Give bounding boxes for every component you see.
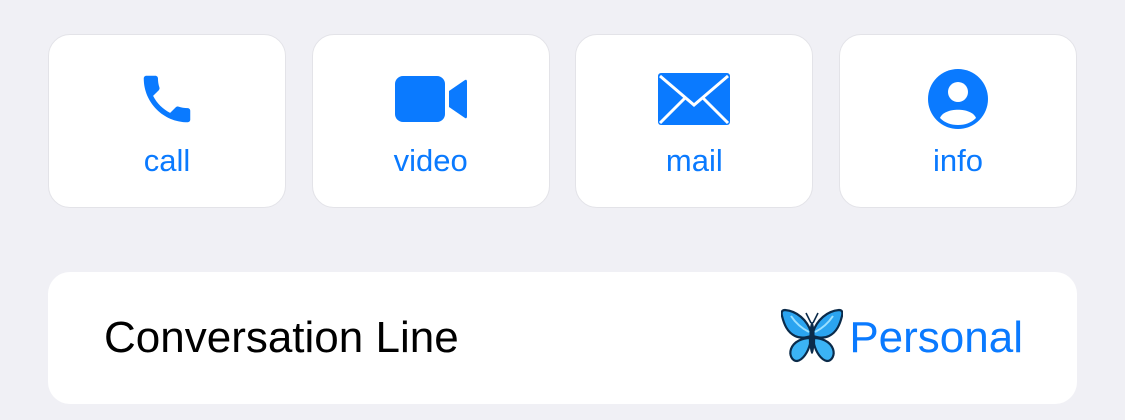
info-label: info	[932, 143, 983, 178]
info-button[interactable]: info	[838, 34, 1077, 208]
phone-icon	[49, 65, 285, 133]
person-circle-icon	[840, 65, 1076, 133]
video-camera-icon	[313, 65, 549, 133]
conversation-line-selector[interactable]: Personal	[780, 308, 1023, 369]
mail-button[interactable]: mail	[575, 34, 814, 208]
conversation-line-label: Conversation Line	[104, 313, 459, 362]
conversation-line-row[interactable]: Conversation Line Personal	[48, 272, 1077, 404]
conversation-line-value: Personal	[849, 313, 1023, 362]
call-label: call	[143, 143, 191, 178]
mail-label: mail	[665, 143, 723, 178]
video-label: video	[393, 143, 468, 178]
contact-action-bar: call video mail info	[48, 34, 1077, 208]
butterfly-icon	[780, 308, 844, 369]
call-button[interactable]: call	[48, 34, 286, 208]
envelope-icon	[576, 65, 812, 133]
video-button[interactable]: video	[311, 34, 550, 208]
